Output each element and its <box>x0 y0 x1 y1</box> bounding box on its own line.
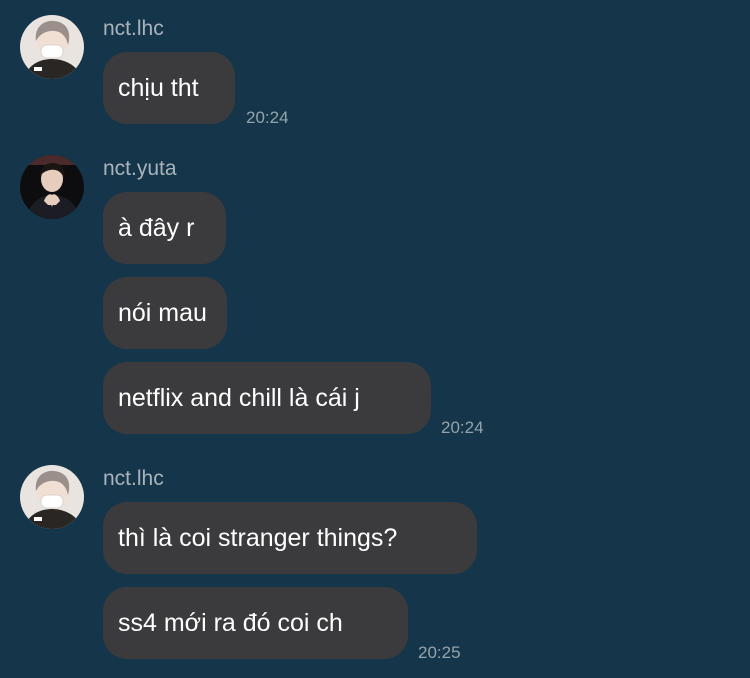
username-nct-lhc-1[interactable]: nct.lhc <box>103 17 164 41</box>
message-bubble[interactable]: netflix and chill là cái j <box>103 362 431 434</box>
message-bubble[interactable]: chịu tht <box>103 52 235 124</box>
masked-user-avatar-icon <box>20 465 84 529</box>
avatar-nct-lhc-2[interactable] <box>20 465 84 529</box>
message-time: 20:25 <box>418 643 461 662</box>
username-nct-yuta[interactable]: nct.yuta <box>103 157 177 181</box>
username-nct-lhc-2[interactable]: nct.lhc <box>103 467 164 491</box>
avatar-nct-lhc-1[interactable] <box>20 15 84 79</box>
message-bubble[interactable]: nói mau <box>103 277 227 349</box>
avatar-nct-yuta[interactable] <box>20 155 84 219</box>
message-bubble[interactable]: thì là coi stranger things? <box>103 502 477 574</box>
message-bubble[interactable]: à đây r <box>103 192 226 264</box>
dark-suit-user-avatar-icon <box>20 155 84 219</box>
message-time: 20:24 <box>246 108 289 127</box>
message-time: 20:24 <box>441 418 484 437</box>
masked-user-avatar-icon <box>20 15 84 79</box>
message-bubble[interactable]: ss4 mới ra đó coi ch <box>103 587 408 659</box>
